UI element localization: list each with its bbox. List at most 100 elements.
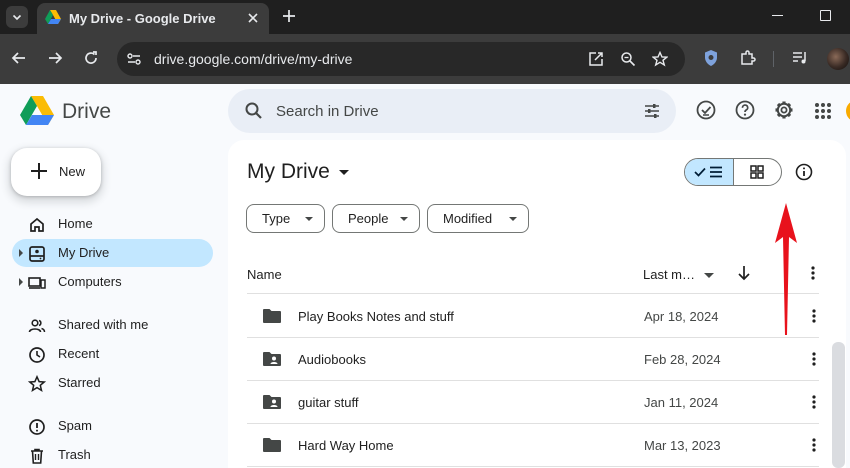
annotation-arrow-icon	[775, 203, 797, 335]
sidebar-item-label: Home	[58, 216, 93, 231]
sidebar-item-label: Trash	[58, 447, 91, 462]
search-input[interactable]	[276, 89, 626, 133]
open-in-new-icon[interactable]	[588, 51, 604, 67]
sidebar-item-label: My Drive	[58, 245, 110, 260]
close-tab-icon[interactable]	[245, 10, 261, 26]
file-modified-date: Feb 28, 2024	[644, 352, 721, 367]
sidebar-item-home[interactable]: Home	[12, 210, 213, 238]
sidebar-item-computers[interactable]: Computers	[12, 268, 213, 296]
new-button[interactable]: New	[11, 148, 101, 196]
extensions-puzzle-icon[interactable]	[739, 49, 757, 67]
filter-chip-label: People	[348, 211, 389, 226]
dropdown-arrow-icon	[305, 217, 313, 221]
account-avatar[interactable]	[846, 100, 850, 122]
column-dropdown-icon[interactable]	[704, 273, 714, 278]
file-row[interactable]: Play Books Notes and stuff Apr 18, 2024	[247, 295, 819, 338]
minimize-window-icon[interactable]	[772, 15, 783, 16]
file-name: Hard Way Home	[298, 438, 394, 453]
settings-gear-icon[interactable]	[773, 99, 795, 121]
more-options-icon[interactable]	[811, 394, 817, 410]
sidebar-item-starred[interactable]: Starred	[12, 369, 213, 397]
search-bar[interactable]	[228, 89, 676, 133]
sidebar-item-label: Starred	[58, 375, 101, 390]
home-icon	[30, 217, 44, 232]
shared-folder-icon	[263, 352, 281, 366]
file-row[interactable]: guitar stuff Jan 11, 2024	[247, 381, 819, 424]
tab-search-button[interactable]	[6, 6, 28, 28]
shield-extension-icon[interactable]	[703, 49, 719, 67]
star-icon	[28, 375, 46, 392]
sidebar-item-recent[interactable]: Recent	[12, 340, 213, 368]
sidebar-item-my-drive[interactable]: My Drive	[12, 239, 213, 267]
more-options-icon[interactable]	[810, 265, 816, 281]
sort-direction-icon[interactable]	[737, 265, 751, 281]
ready-for-offline-icon[interactable]	[695, 99, 717, 121]
column-header-name[interactable]: Name	[247, 267, 282, 282]
browser-profile-avatar[interactable]	[827, 48, 849, 70]
filter-chip-modified[interactable]: Modified	[427, 204, 529, 233]
google-apps-icon[interactable]	[815, 103, 831, 119]
browser-tab-strip: My Drive - Google Drive	[0, 0, 850, 34]
trash-icon	[31, 448, 43, 464]
search-options-icon[interactable]	[642, 101, 662, 121]
filter-chip-type[interactable]: Type	[246, 204, 325, 233]
folder-icon	[263, 438, 281, 452]
more-options-icon[interactable]	[811, 437, 817, 453]
clock-icon	[29, 347, 45, 363]
reload-icon[interactable]	[82, 49, 100, 67]
file-modified-date: Mar 13, 2023	[644, 438, 721, 453]
file-row[interactable]: Audiobooks Feb 28, 2024	[247, 338, 819, 381]
expand-caret-icon[interactable]	[19, 249, 23, 257]
dropdown-arrow-icon	[400, 217, 408, 221]
address-bar[interactable]: drive.google.com/drive/my-drive	[117, 42, 685, 76]
bookmark-star-icon[interactable]	[652, 51, 668, 67]
file-name: Play Books Notes and stuff	[298, 309, 454, 324]
browser-toolbar: drive.google.com/drive/my-drive	[0, 34, 850, 84]
list-view-button[interactable]	[685, 159, 734, 185]
page-title[interactable]: My Drive	[247, 160, 330, 184]
file-modified-date: Apr 18, 2024	[644, 309, 719, 324]
sidebar-item-label: Recent	[58, 346, 100, 361]
sidebar-item-shared-with-me[interactable]: Shared with me	[12, 311, 213, 339]
grid-icon	[750, 165, 764, 179]
more-options-icon[interactable]	[811, 351, 817, 367]
site-info-icon[interactable]	[125, 50, 143, 68]
grid-view-button[interactable]	[734, 159, 781, 185]
expand-caret-icon[interactable]	[19, 278, 23, 286]
dropdown-arrow-icon	[509, 217, 517, 221]
info-icon[interactable]	[794, 162, 814, 182]
sidebar-item-label: Shared with me	[58, 317, 149, 332]
file-name: guitar stuff	[298, 395, 359, 410]
file-list-header: Name Last m…	[247, 252, 819, 294]
file-list-scrollbar[interactable]	[832, 342, 845, 468]
drive-app: Drive New Home My Drive Computers	[0, 84, 850, 468]
back-icon[interactable]	[10, 49, 28, 67]
media-control-icon[interactable]	[791, 49, 809, 67]
title-dropdown-icon[interactable]	[339, 170, 349, 175]
drive-favicon-icon	[45, 10, 61, 24]
forward-icon[interactable]	[46, 49, 64, 67]
column-header-modified[interactable]: Last m…	[643, 267, 695, 282]
search-icon[interactable]	[244, 101, 264, 121]
sidebar-item-label: Computers	[58, 274, 122, 289]
folder-icon	[263, 309, 281, 323]
file-row[interactable]: Hard Way Home Mar 13, 2023	[247, 424, 819, 467]
zoom-icon[interactable]	[620, 51, 636, 67]
more-options-icon[interactable]	[811, 308, 817, 324]
sidebar-item-trash[interactable]: Trash	[12, 441, 213, 468]
help-icon[interactable]	[734, 99, 756, 121]
main-content: My Drive Type People Modified Name Last …	[228, 140, 846, 468]
my-drive-icon	[29, 246, 45, 262]
filter-chip-people[interactable]: People	[332, 204, 420, 233]
app-name: Drive	[62, 100, 112, 123]
sidebar-item-label: Spam	[58, 418, 92, 433]
toolbar-separator	[773, 51, 774, 67]
maximize-window-icon[interactable]	[820, 10, 831, 21]
browser-tab[interactable]: My Drive - Google Drive	[37, 3, 269, 34]
file-modified-date: Jan 11, 2024	[644, 395, 719, 410]
chevron-down-icon	[12, 14, 22, 21]
spam-icon	[29, 419, 45, 435]
file-name: Audiobooks	[298, 352, 366, 367]
sidebar-item-spam[interactable]: Spam	[12, 412, 213, 440]
new-tab-icon[interactable]	[280, 7, 298, 25]
